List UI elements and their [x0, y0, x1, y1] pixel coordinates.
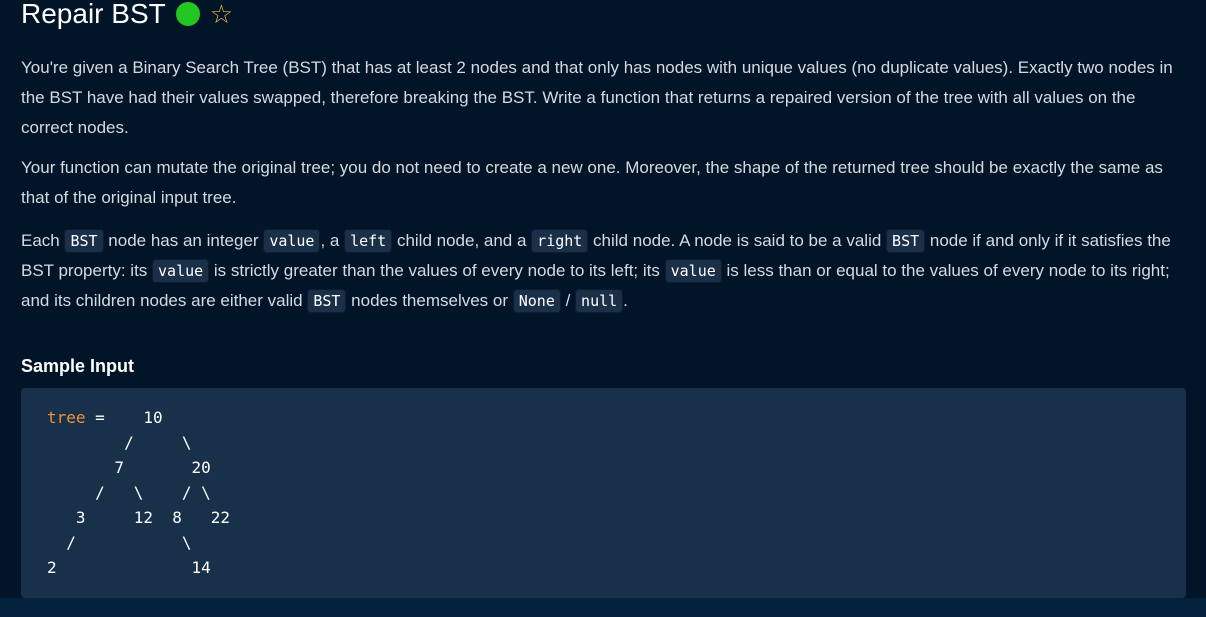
- inline-code: None: [512, 289, 561, 313]
- description-paragraph-3: Each BST node has an integer value, a le…: [21, 226, 1191, 316]
- text: , a: [320, 231, 345, 250]
- code-line: 3 12 8 22: [47, 508, 231, 527]
- text: child node. A node is said to be a valid: [588, 231, 887, 250]
- code-line: / \: [47, 533, 192, 552]
- inline-code: right: [531, 229, 589, 253]
- text: .: [623, 291, 628, 310]
- page-title: Repair BST ☆: [21, 0, 233, 30]
- description-paragraph-2: Your function can mutate the original tr…: [21, 158, 1163, 207]
- inline-code: null: [575, 289, 624, 313]
- inline-code: value: [152, 259, 210, 283]
- code-line: / \ / \: [47, 483, 211, 502]
- inline-code: BST: [64, 229, 104, 253]
- inline-code: left: [344, 229, 393, 253]
- inline-code: value: [263, 229, 321, 253]
- title-text: Repair BST: [21, 0, 166, 29]
- code-line: 7 20: [47, 458, 211, 477]
- text: Each: [21, 231, 65, 250]
- text: /: [560, 291, 576, 310]
- sample-input-code-block: tree = 10 / \ 7 20 / \ / \ 3 12 8 22 / \…: [21, 388, 1186, 598]
- text: child node, and a: [392, 231, 532, 250]
- completed-status-icon: [175, 2, 200, 26]
- bottom-panel-bar: [0, 598, 1206, 617]
- star-icon[interactable]: ☆: [210, 1, 233, 27]
- assignment: = 10: [85, 408, 163, 427]
- variable-name: tree: [47, 408, 86, 427]
- inline-code: BST: [307, 289, 347, 313]
- code-line: tree = 10: [47, 405, 163, 430]
- code-line: 2 14: [47, 558, 211, 577]
- text: is strictly greater than the values of e…: [209, 261, 665, 280]
- inline-code: BST: [886, 229, 926, 253]
- inline-code: value: [664, 259, 722, 283]
- sample-input-heading: Sample Input: [21, 356, 135, 376]
- text: node has an integer: [103, 231, 264, 250]
- description-paragraph-1: You're given a Binary Search Tree (BST) …: [21, 58, 1173, 137]
- code-line: / \: [47, 433, 192, 452]
- text: nodes themselves or: [346, 291, 513, 310]
